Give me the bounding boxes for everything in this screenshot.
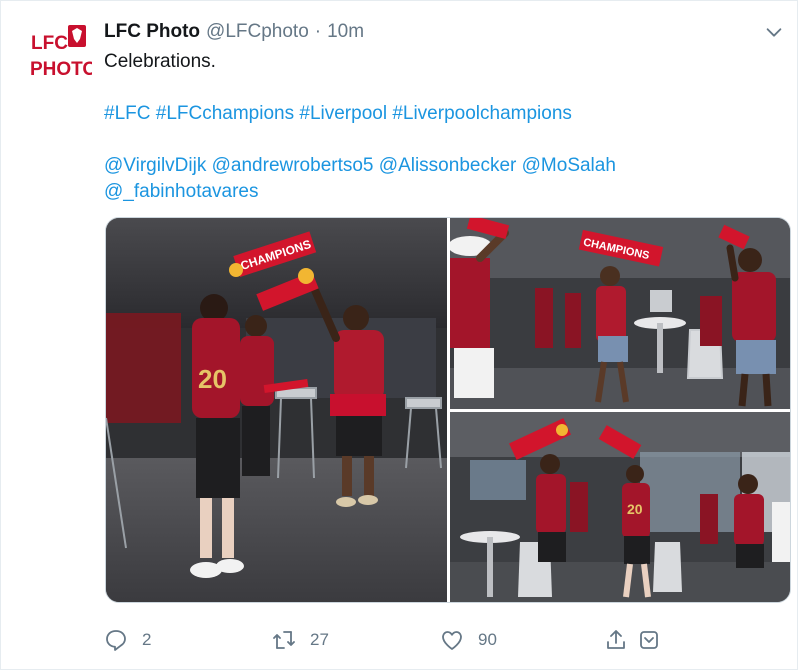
retweet-count: 27 [310, 630, 329, 649]
mention-mosalah[interactable]: @MoSalah [522, 155, 616, 176]
tweet-header: LFC Photo @LFCphoto · 10m [104, 19, 364, 45]
author-handle[interactable]: @LFCphoto [206, 21, 309, 43]
tweet-card[interactable]: LFC PHOTO LFC Photo @LFCphoto · 10m Cele… [0, 0, 798, 670]
mentions-line: @_fabinhotavares [104, 179, 784, 205]
tweet-text: Celebrations. #LFC #LFCchampions #Liverp… [104, 49, 784, 205]
avatar-text-bottom: PHOTO [30, 59, 92, 80]
reply-button[interactable]: 2 [104, 626, 151, 654]
lfc-photo-logo: LFC PHOTO [28, 19, 92, 83]
bookmark-button[interactable] [637, 626, 661, 654]
hashtag-lfc[interactable]: #LFC [104, 103, 150, 124]
mention-andrewrobertso5[interactable]: @andrewrobertso5 [212, 155, 374, 176]
photo-celebration-3[interactable]: 20 [450, 412, 790, 602]
jersey-number: 20 [627, 501, 643, 517]
photo-celebration-2[interactable]: CHAMPIONS [450, 218, 790, 409]
reply-count: 2 [142, 630, 152, 649]
like-icon [442, 631, 462, 650]
tweet-actions: 2 27 90 [104, 626, 684, 654]
photo-celebration-1[interactable]: 20 CHAMPIONS [106, 218, 447, 602]
share-button[interactable] [604, 626, 628, 654]
bookmark-icon [640, 631, 658, 649]
like-count: 90 [478, 630, 497, 649]
mentions-line: @VirgilvDijk @andrewrobertso5 @Alissonbe… [104, 153, 784, 179]
avatar-text-top: LFC [31, 33, 68, 54]
avatar[interactable]: LFC PHOTO [28, 19, 92, 83]
mention-fabinhotavares[interactable]: @_fabinhotavares [104, 181, 259, 202]
mention-virgilvdijk[interactable]: @VirgilvDijk [104, 155, 206, 176]
jersey-number: 20 [198, 364, 227, 394]
header-separator: · [314, 21, 322, 42]
hashtag-lfcchampions[interactable]: #LFCchampions [156, 103, 294, 124]
hashtag-liverpool[interactable]: #Liverpool [299, 103, 387, 124]
retweet-button[interactable]: 27 [272, 626, 329, 654]
mention-alissonbecker[interactable]: @Alissonbecker [379, 155, 517, 176]
liverbird-crest-icon [68, 25, 86, 47]
hashtags-line: #LFC #LFCchampions #Liverpool #Liverpool… [104, 101, 784, 127]
hashtag-liverpoolchampions[interactable]: #Liverpoolchampions [392, 103, 572, 124]
tweet-text-line: Celebrations. [104, 51, 216, 72]
reply-icon [106, 630, 126, 651]
author-name[interactable]: LFC Photo [104, 21, 200, 43]
caret-down-icon[interactable] [763, 21, 785, 43]
retweet-icon [273, 631, 295, 649]
media-grid: 20 CHAMPIONS CHAMPIONS 20 [105, 217, 791, 603]
tweet-timestamp[interactable]: 10m [327, 21, 364, 43]
like-button[interactable]: 90 [440, 626, 497, 654]
share-icon [607, 630, 625, 649]
